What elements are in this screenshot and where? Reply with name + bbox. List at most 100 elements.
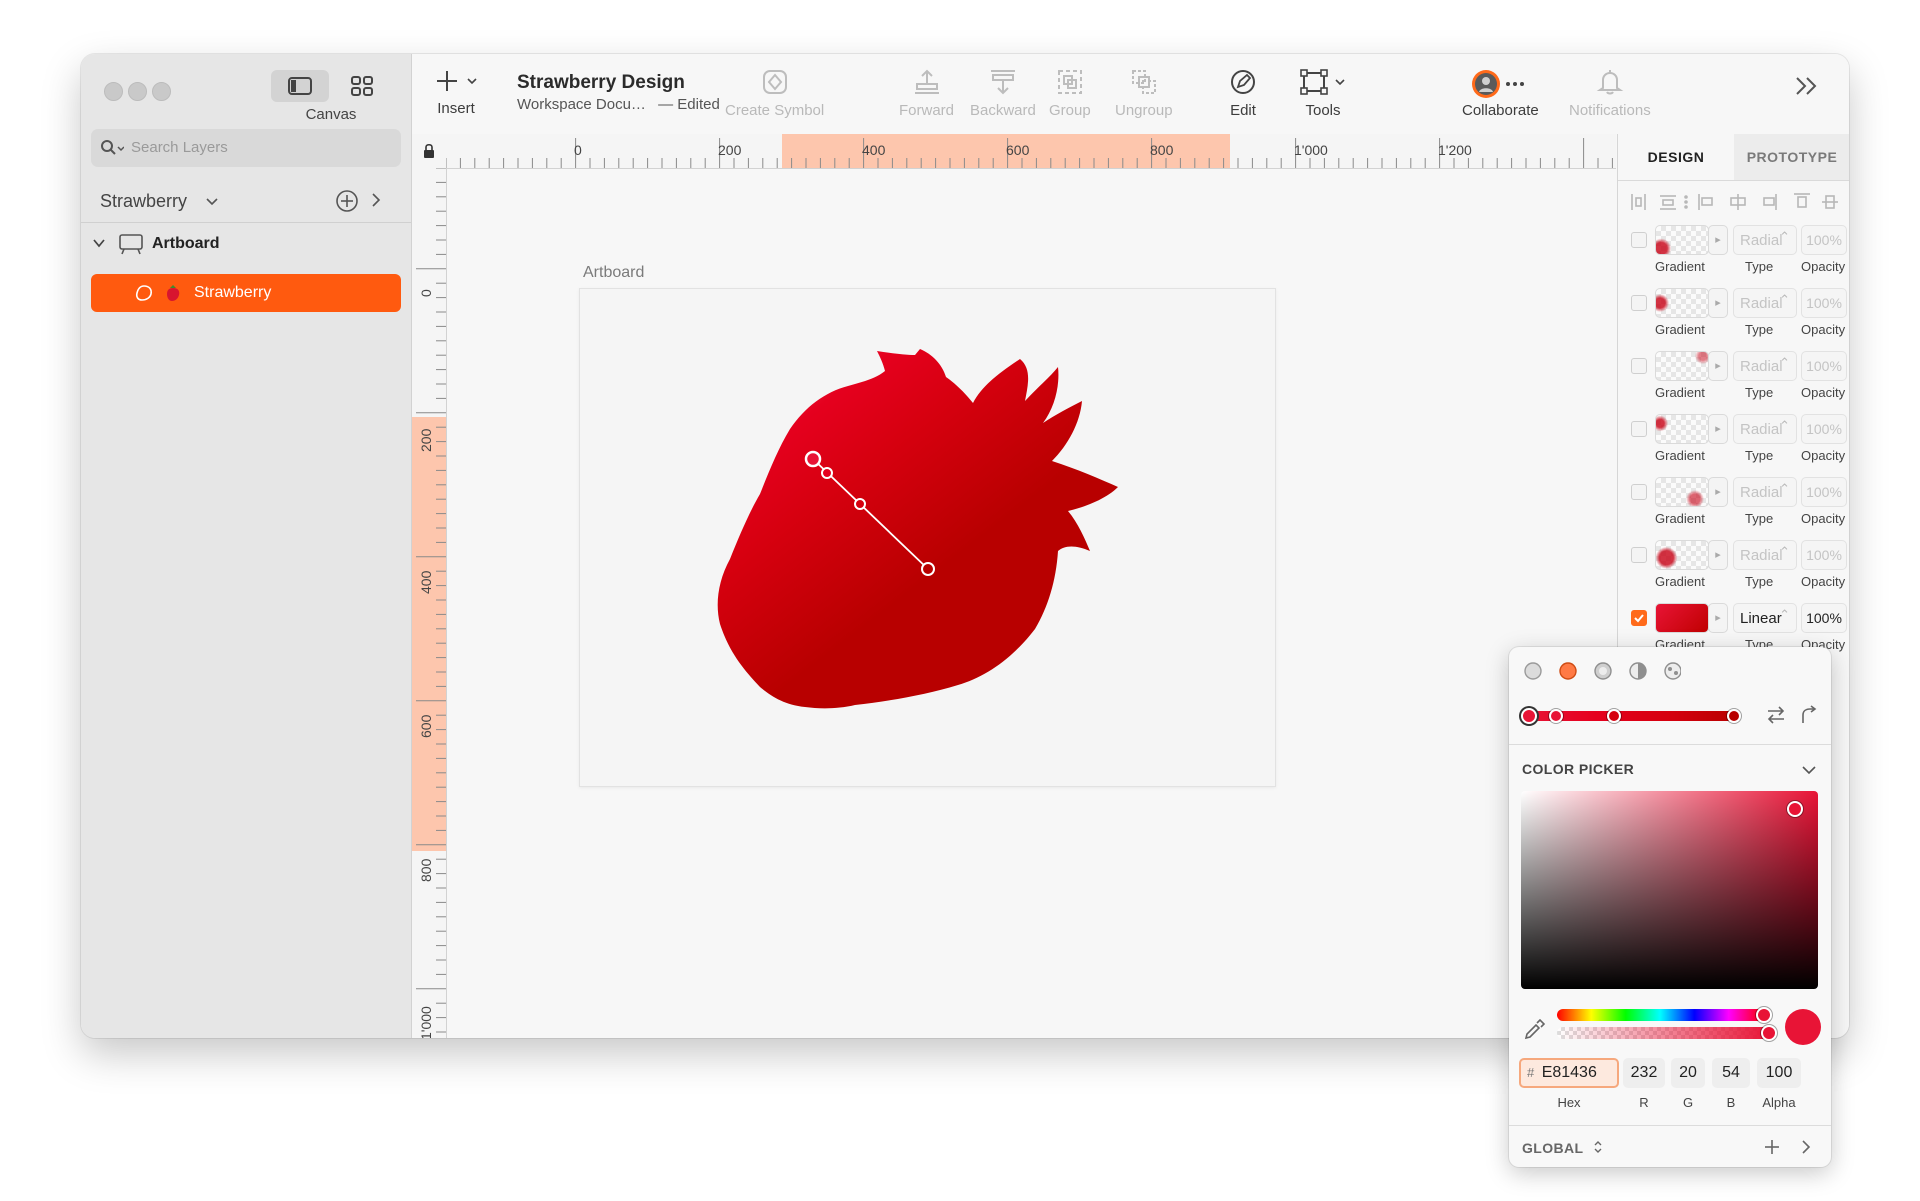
vertical-ruler[interactable]: 0 200 400 600 800 1'000 bbox=[412, 168, 447, 1038]
add-color-icon[interactable] bbox=[1763, 1138, 1781, 1156]
opacity-caption: Opacity bbox=[1801, 385, 1846, 400]
fill-options-button[interactable]: ▸ bbox=[1708, 477, 1728, 507]
fill-enabled-checkbox[interactable] bbox=[1631, 484, 1647, 500]
chevron-down-icon[interactable] bbox=[1802, 765, 1816, 775]
gradient-stop[interactable] bbox=[1607, 709, 1621, 723]
fill-color-swatch[interactable] bbox=[1655, 351, 1709, 381]
forward-button[interactable]: Forward bbox=[899, 68, 954, 119]
backward-button[interactable]: Backward bbox=[970, 68, 1036, 119]
fill-enabled-checkbox[interactable] bbox=[1631, 232, 1647, 248]
minimize-window-button[interactable] bbox=[128, 82, 147, 101]
hue-slider[interactable] bbox=[1557, 1007, 1772, 1023]
canvas[interactable]: Artboard bbox=[447, 169, 1616, 1038]
tools-button[interactable]: Tools bbox=[1300, 68, 1346, 119]
fill-type-select[interactable]: Radial ⌃ bbox=[1733, 414, 1797, 444]
fill-options-button[interactable]: ▸ bbox=[1708, 288, 1728, 318]
saturation-picker-handle[interactable] bbox=[1787, 801, 1803, 817]
fill-enabled-checkbox[interactable] bbox=[1631, 295, 1647, 311]
gradient-stop[interactable] bbox=[1521, 708, 1537, 724]
fill-type-selector[interactable] bbox=[1521, 659, 1681, 683]
insert-button[interactable]: Insert bbox=[434, 68, 478, 117]
green-input[interactable]: 20 bbox=[1671, 1058, 1705, 1088]
chevron-right-icon[interactable] bbox=[371, 193, 381, 207]
fill-color-swatch[interactable] bbox=[1655, 477, 1709, 507]
layer-artboard[interactable]: Artboard bbox=[81, 224, 411, 264]
grid-view-button[interactable] bbox=[333, 70, 391, 102]
collaborate-button[interactable]: Collaborate bbox=[1462, 68, 1539, 119]
gradient-stop[interactable] bbox=[1549, 709, 1563, 723]
fill-type-select[interactable]: Radial ⌃ bbox=[1733, 540, 1797, 570]
opacity-caption: Opacity bbox=[1801, 448, 1846, 463]
ungroup-button[interactable]: Ungroup bbox=[1115, 68, 1173, 119]
hex-input[interactable]: # E81436 bbox=[1519, 1058, 1619, 1088]
ungroup-icon bbox=[1131, 70, 1156, 94]
fill-enabled-checkbox[interactable] bbox=[1631, 421, 1647, 437]
fill-color-swatch[interactable] bbox=[1655, 288, 1709, 318]
fill-options-button[interactable]: ▸ bbox=[1708, 603, 1728, 633]
notifications-button[interactable]: Notifications bbox=[1569, 68, 1651, 119]
fill-enabled-checkbox[interactable] bbox=[1631, 547, 1647, 563]
fill-options-button[interactable]: ▸ bbox=[1708, 540, 1728, 570]
fill-enabled-checkbox[interactable] bbox=[1631, 610, 1647, 626]
zoom-window-button[interactable] bbox=[152, 82, 171, 101]
add-page-icon[interactable] bbox=[335, 189, 359, 213]
alpha-slider[interactable] bbox=[1557, 1025, 1777, 1041]
artboard-title[interactable]: Artboard bbox=[583, 264, 644, 282]
fill-opacity-input[interactable]: 100% bbox=[1801, 414, 1847, 444]
fill-type-select[interactable]: Linear ⌃ bbox=[1733, 603, 1797, 633]
ruler-label: 1'000 bbox=[418, 1006, 434, 1038]
artboard[interactable] bbox=[579, 288, 1276, 787]
tab-prototype[interactable]: PROTOTYPE bbox=[1734, 134, 1849, 180]
fill-type-select[interactable]: Radial ⌃ bbox=[1733, 288, 1797, 318]
ruler-lock[interactable] bbox=[412, 134, 447, 169]
red-input[interactable]: 232 bbox=[1623, 1058, 1665, 1088]
fill-enabled-checkbox[interactable] bbox=[1631, 358, 1647, 374]
fill-opacity-input[interactable]: 100% bbox=[1801, 288, 1847, 318]
search-layers-input[interactable]: Search Layers bbox=[91, 129, 401, 167]
fill-opacity-input[interactable]: 100% bbox=[1801, 603, 1847, 633]
edit-button[interactable]: Edit bbox=[1229, 68, 1257, 119]
up-down-chevron-icon[interactable] bbox=[1593, 1139, 1603, 1155]
up-down-chevron-icon: ⌃ bbox=[1779, 418, 1790, 433]
fill-type-select[interactable]: Radial ⌃ bbox=[1733, 477, 1797, 507]
saturation-brightness-area[interactable] bbox=[1521, 791, 1818, 989]
strawberry-shape[interactable] bbox=[580, 289, 1275, 786]
group-button[interactable]: Group bbox=[1049, 68, 1091, 119]
fill-options-button[interactable]: ▸ bbox=[1708, 414, 1728, 444]
swap-arrows-icon[interactable] bbox=[1765, 705, 1787, 725]
double-chevron-right-icon[interactable] bbox=[1794, 75, 1820, 97]
fill-options-button[interactable]: ▸ bbox=[1708, 351, 1728, 381]
gradient-stop[interactable] bbox=[1727, 709, 1741, 723]
document-title[interactable]: Strawberry Design bbox=[517, 72, 685, 94]
gradient-bar[interactable] bbox=[1521, 703, 1745, 727]
blue-input[interactable]: 54 bbox=[1712, 1058, 1750, 1088]
create-symbol-button[interactable]: Create Symbol bbox=[725, 68, 824, 119]
fill-color-swatch[interactable] bbox=[1655, 540, 1709, 570]
alpha-slider-handle[interactable] bbox=[1761, 1025, 1777, 1041]
chevron-right-icon[interactable] bbox=[1801, 1140, 1811, 1154]
fill-color-swatch[interactable] bbox=[1655, 225, 1709, 255]
fill-color-swatch[interactable] bbox=[1655, 603, 1709, 633]
horizontal-ruler[interactable]: 0 200 400 600 800 1'000 1'200 bbox=[446, 134, 1616, 169]
layer-strawberry[interactable]: Strawberry bbox=[91, 274, 401, 312]
fill-opacity-input[interactable]: 100% bbox=[1801, 477, 1847, 507]
close-window-button[interactable] bbox=[104, 82, 123, 101]
tab-design[interactable]: DESIGN bbox=[1618, 134, 1734, 180]
fill-opacity-input[interactable]: 100% bbox=[1801, 540, 1847, 570]
eyedropper-icon[interactable] bbox=[1523, 1019, 1545, 1041]
fill-type-select[interactable]: Radial ⌃ bbox=[1733, 225, 1797, 255]
page-selector[interactable]: Strawberry bbox=[81, 178, 411, 223]
fill-opacity-input[interactable]: 100% bbox=[1801, 225, 1847, 255]
alpha-input[interactable]: 100 bbox=[1757, 1058, 1801, 1088]
fill-type-select[interactable]: Radial ⌃ bbox=[1733, 351, 1797, 381]
hue-slider-handle[interactable] bbox=[1756, 1007, 1772, 1023]
global-colors-row[interactable]: GLOBAL bbox=[1509, 1125, 1831, 1168]
fill-color-swatch[interactable] bbox=[1655, 414, 1709, 444]
fill-opacity-input[interactable]: 100% bbox=[1801, 351, 1847, 381]
disclosure-chevron-icon[interactable] bbox=[93, 238, 105, 248]
alignment-toolbar[interactable] bbox=[1628, 188, 1843, 218]
fill-options-button[interactable]: ▸ bbox=[1708, 225, 1728, 255]
hex-prefix: # bbox=[1527, 1065, 1535, 1080]
rotate-arrow-icon[interactable] bbox=[1799, 705, 1819, 725]
canvas-view-button[interactable] bbox=[271, 70, 329, 102]
